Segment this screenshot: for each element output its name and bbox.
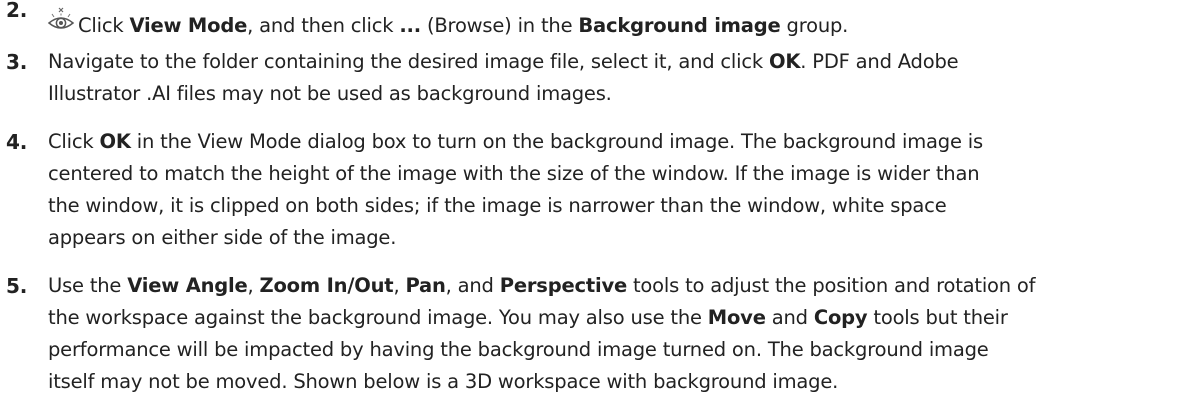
- ui-term: Zoom In/Out: [259, 274, 394, 297]
- step-number: 2.: [6, 0, 28, 22]
- instruction-steps: 2. Click View Mode, and then click ... (…: [0, 0, 1192, 416]
- ui-term: Perspective: [499, 274, 627, 297]
- step-number: 4.: [6, 130, 28, 154]
- ui-term: Move: [707, 306, 766, 329]
- ui-term: ...: [399, 14, 421, 37]
- ui-term: OK: [768, 50, 801, 73]
- step-text: Use the View Angle, Zoom In/Out, Pan, an…: [48, 270, 1160, 398]
- step-number: 3.: [6, 50, 28, 74]
- ui-term: Copy: [813, 306, 868, 329]
- step-text: Navigate to the folder containing the de…: [48, 46, 1160, 110]
- step-4: 4. Click OK in the View Mode dialog box …: [0, 126, 1160, 254]
- view-mode-icon: [46, 7, 76, 36]
- text-line: appears on either side of the image.: [48, 226, 397, 249]
- ui-term: View Angle: [127, 274, 248, 297]
- step-2: 2. Click View Mode, and then click ... (…: [0, 0, 1160, 42]
- text-line: performance will be impacted by having t…: [48, 338, 989, 361]
- ui-term: OK: [99, 130, 131, 153]
- text-line: itself may not be moved. Shown below is …: [48, 370, 839, 393]
- ui-term: Background image: [578, 14, 781, 37]
- text-line: Click View Mode, and then click ... (Bro…: [46, 7, 1160, 42]
- ui-term: Pan: [405, 274, 446, 297]
- text-line: Navigate to the folder containing the de…: [48, 50, 959, 73]
- step-3: 3. Navigate to the folder containing the…: [0, 46, 1160, 110]
- text-line: the workspace against the background ima…: [48, 306, 1008, 329]
- text-line: the window, it is clipped on both sides;…: [48, 194, 947, 217]
- text-line: Illustrator .AI files may not be used as…: [48, 82, 612, 105]
- text-line: Click OK in the View Mode dialog box to …: [48, 130, 983, 153]
- text-line: Use the View Angle, Zoom In/Out, Pan, an…: [48, 274, 1036, 297]
- step-number: 5.: [6, 274, 28, 298]
- step-5: 5. Use the View Angle, Zoom In/Out, Pan,…: [0, 270, 1160, 398]
- ui-term: View Mode: [129, 14, 248, 37]
- step-text: Click View Mode, and then click ... (Bro…: [46, 0, 1160, 42]
- step-text: Click OK in the View Mode dialog box to …: [48, 126, 1160, 254]
- text-line: centered to match the height of the imag…: [48, 162, 980, 185]
